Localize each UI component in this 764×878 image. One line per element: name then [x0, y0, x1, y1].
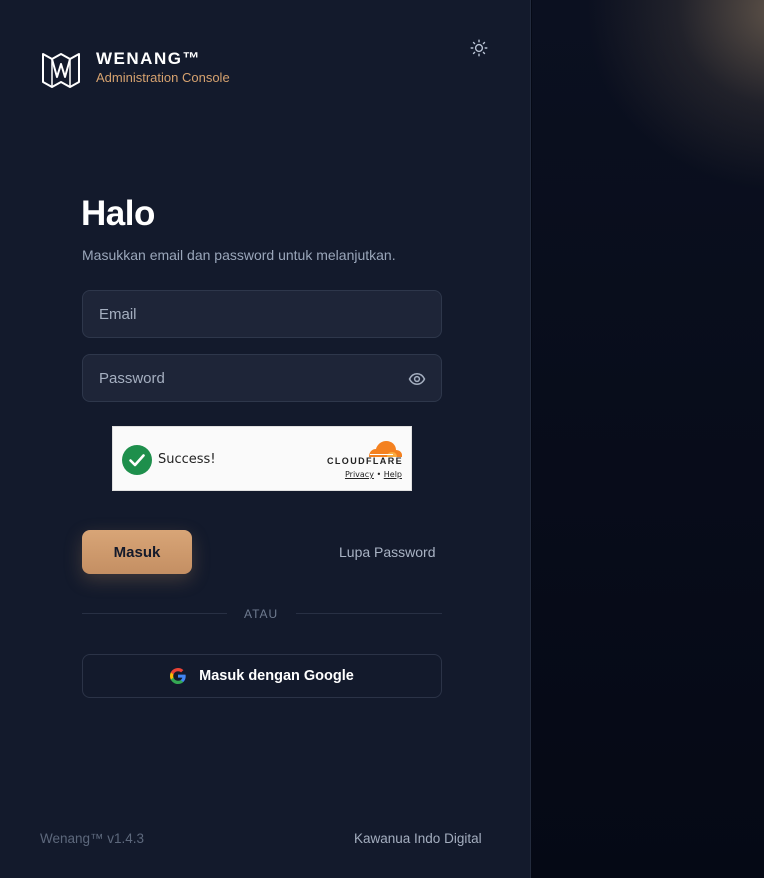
email-input[interactable]: [83, 291, 441, 337]
divider-line-left: [82, 613, 227, 614]
cloudflare-wordmark: CLOUDFLARE: [327, 456, 403, 466]
wenang-logo-icon: [42, 53, 80, 88]
captcha-links: Privacy • Help: [345, 470, 402, 480]
check-circle-icon: [122, 445, 152, 475]
theme-toggle-button[interactable]: [469, 38, 489, 58]
brand-subtitle: Administration Console: [96, 70, 230, 85]
login-panel: WENANG™ Administration Console Halo Masu…: [0, 0, 531, 878]
sun-icon: [470, 39, 488, 57]
app-version: Wenang™ v1.4.3: [40, 831, 145, 846]
divider-label: ATAU: [244, 607, 279, 621]
privacy-link[interactable]: Privacy: [345, 470, 374, 479]
password-input[interactable]: [83, 355, 441, 401]
brand-name: WENANG™: [96, 49, 201, 68]
password-field-wrapper: [82, 354, 442, 402]
google-login-label: Masuk dengan Google: [199, 668, 354, 684]
login-button[interactable]: Masuk: [82, 530, 192, 574]
password-visibility-toggle[interactable]: [407, 369, 427, 389]
company-name: Kawanua Indo Digital: [354, 831, 482, 846]
cloudflare-captcha-widget[interactable]: Success! CLOUDFLARE Privacy • Help: [112, 426, 412, 491]
page-title: Halo: [81, 194, 155, 233]
help-link[interactable]: Help: [384, 470, 402, 479]
hero-background-panel: [532, 0, 764, 878]
google-login-button[interactable]: Masuk dengan Google: [82, 654, 442, 698]
forgot-password-link[interactable]: Lupa Password: [339, 544, 436, 561]
google-icon: [170, 668, 186, 684]
page-subtitle: Masukkan email dan password untuk melanj…: [82, 247, 396, 263]
email-field-wrapper: [82, 290, 442, 338]
brand-text: WENANG™ Administration Console: [96, 49, 230, 86]
eye-icon: [408, 373, 426, 385]
captcha-status: Success!: [158, 452, 216, 467]
brand: WENANG™ Administration Console: [41, 49, 230, 89]
divider-line-right: [296, 613, 442, 614]
link-separator: •: [376, 470, 382, 479]
